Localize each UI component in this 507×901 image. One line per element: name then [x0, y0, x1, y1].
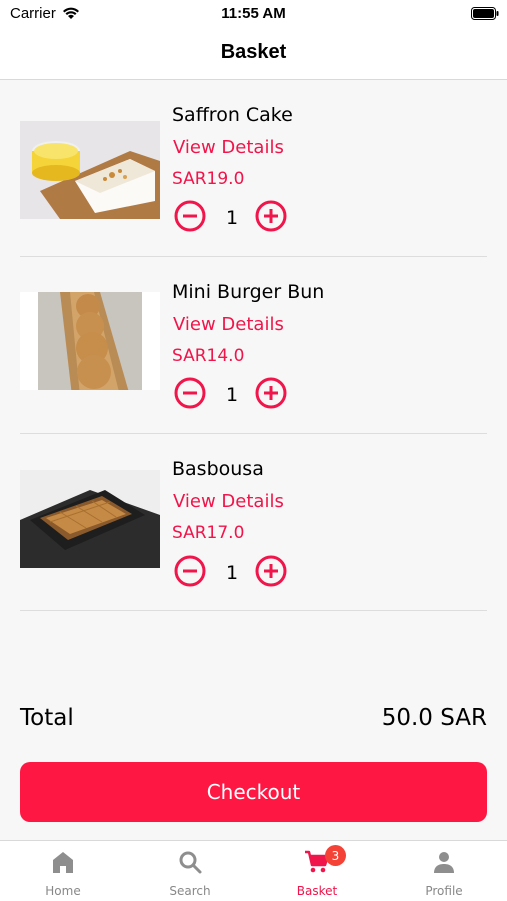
quantity-value: 1 [225, 207, 239, 229]
profile-icon [434, 852, 454, 873]
tab-label: Basket [296, 884, 338, 898]
increase-quantity-button[interactable] [255, 555, 287, 587]
view-details-link[interactable]: View Details [173, 137, 284, 158]
page-title: Basket [220, 41, 287, 63]
basket-item: Mini Burger Bun View Details SAR14.0 1 [20, 257, 487, 434]
product-image-mini-burger-bun [20, 292, 160, 390]
tab-basket[interactable]: 3 Basket [254, 841, 380, 901]
total-value: 50.0 SAR [381, 705, 487, 731]
item-name: Saffron Cake [172, 104, 293, 126]
tab-label: Home [45, 884, 81, 898]
tab-search[interactable]: Search [127, 841, 253, 901]
total-label: Total [20, 705, 74, 731]
tab-label: Search [169, 884, 211, 898]
checkout-label: Checkout [206, 780, 301, 804]
increase-quantity-button[interactable] [255, 377, 287, 409]
view-details-link[interactable]: View Details [173, 314, 284, 335]
increase-quantity-button[interactable] [255, 200, 287, 232]
item-name: Basbousa [172, 458, 264, 480]
search-icon [179, 851, 202, 874]
tab-home[interactable]: Home [0, 841, 126, 901]
tab-profile[interactable]: Profile [381, 841, 507, 901]
product-image-saffron-cake [20, 121, 160, 219]
item-name: Mini Burger Bun [172, 281, 325, 303]
checkout-button[interactable]: Checkout [20, 762, 487, 822]
battery-icon [471, 7, 499, 20]
basket-item: Saffron Cake View Details SAR19.0 1 [20, 80, 487, 257]
tab-bar: Home Search 3 Basket Profile [0, 840, 507, 901]
cart-count-badge: 3 [325, 845, 346, 866]
quantity-value: 1 [225, 384, 239, 406]
basket-item: Basbousa View Details SAR17.0 1 [20, 434, 487, 611]
decrease-quantity-button[interactable] [174, 555, 206, 587]
home-icon [53, 852, 73, 873]
status-bar: Carrier 11:55 AM [0, 0, 507, 30]
tab-label: Profile [425, 884, 463, 898]
item-price: SAR14.0 [172, 346, 245, 366]
navigation-bar: Basket [0, 30, 507, 80]
status-time: 11:55 AM [221, 5, 286, 22]
item-price: SAR19.0 [172, 169, 245, 189]
item-price: SAR17.0 [172, 523, 245, 543]
view-details-link[interactable]: View Details [173, 491, 284, 512]
decrease-quantity-button[interactable] [174, 200, 206, 232]
decrease-quantity-button[interactable] [174, 377, 206, 409]
quantity-value: 1 [225, 562, 239, 584]
product-image-basbousa [20, 470, 160, 568]
